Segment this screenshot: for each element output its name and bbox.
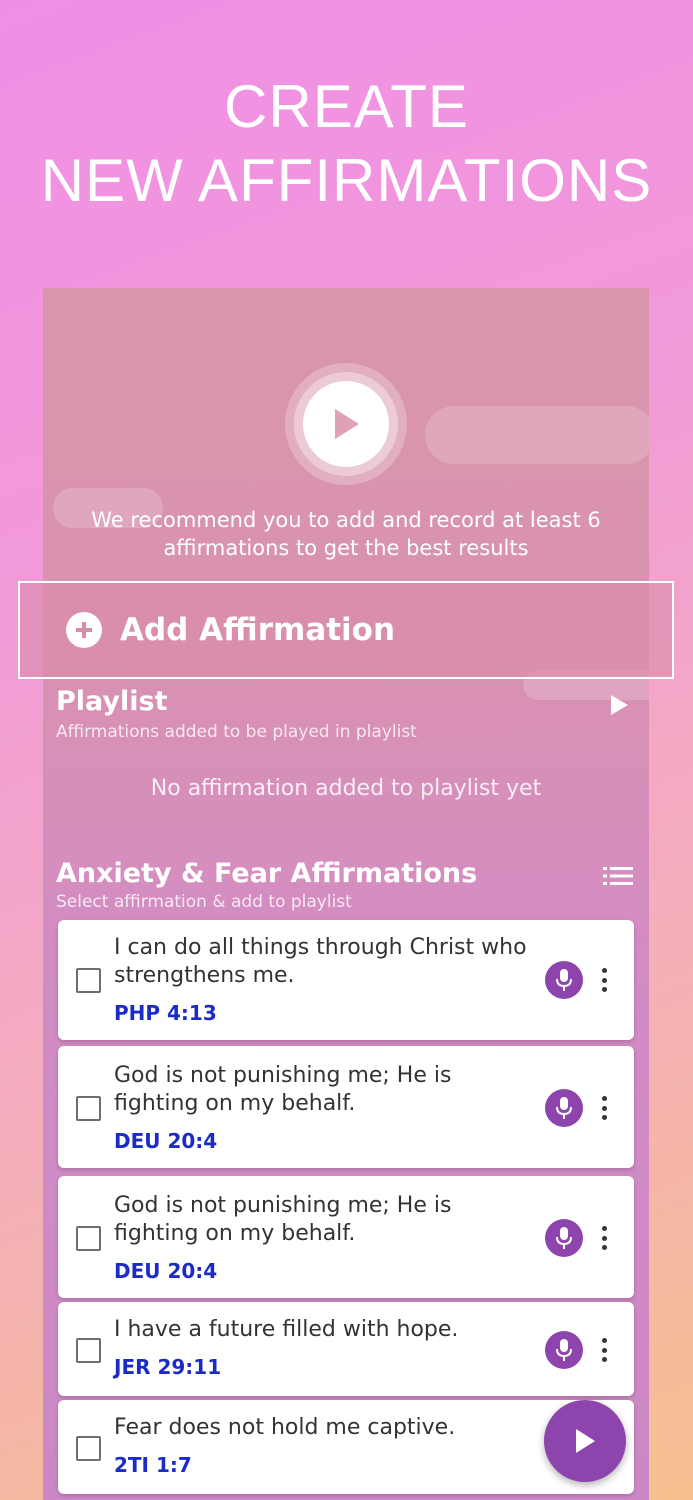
record-button[interactable]	[545, 1331, 583, 1369]
affirmation-card: God is not punishing me; He is fighting …	[58, 1176, 634, 1298]
microphone-icon	[556, 1227, 572, 1249]
microphone-icon	[556, 969, 572, 991]
headline-line-2: NEW AFFIRMATIONS	[40, 147, 653, 214]
more-options-icon[interactable]	[598, 968, 610, 992]
add-affirmation-label: Add Affirmation	[120, 612, 396, 648]
more-options-icon[interactable]	[598, 1226, 610, 1250]
plus-circle-icon	[66, 612, 102, 648]
more-options-icon[interactable]	[598, 1096, 610, 1120]
list-icon[interactable]	[603, 866, 633, 886]
play-icon	[335, 409, 359, 439]
more-options-icon[interactable]	[598, 1338, 610, 1362]
affirmation-checkbox[interactable]	[76, 1338, 101, 1363]
playlist-subtitle: Affirmations added to be played in playl…	[56, 722, 417, 742]
affirmation-text: Fear does not hold me captive.	[114, 1415, 456, 1440]
category-title: Anxiety & Fear Affirmations	[56, 858, 478, 889]
affirmation-text: I can do all things through Christ who s…	[114, 935, 527, 988]
microphone-icon	[556, 1097, 572, 1119]
play-icon	[576, 1429, 595, 1453]
record-button[interactable]	[545, 1089, 583, 1127]
cloud-decoration	[425, 406, 649, 464]
affirmation-card: I can do all things through Christ who s…	[58, 920, 634, 1040]
playlist-title: Playlist	[56, 686, 168, 717]
add-affirmation-button[interactable]: Add Affirmation	[18, 581, 674, 679]
microphone-icon	[556, 1339, 572, 1361]
recommendation-text: We recommend you to add and record at le…	[91, 508, 601, 560]
headline-line-1: CREATE	[224, 73, 469, 140]
category-subtitle: Select affirmation & add to playlist	[56, 892, 352, 912]
page-headline: CREATE NEW AFFIRMATIONS	[0, 70, 693, 218]
record-button[interactable]	[545, 961, 583, 999]
playlist-play-icon[interactable]	[609, 694, 629, 716]
affirmation-checkbox[interactable]	[76, 968, 101, 993]
affirmation-checkbox[interactable]	[76, 1096, 101, 1121]
record-button[interactable]	[545, 1219, 583, 1257]
app-screen: We recommend you to add and record at le…	[43, 288, 649, 1500]
affirmation-checkbox[interactable]	[76, 1436, 101, 1461]
affirmation-reference: 2TI 1:7	[114, 1453, 192, 1477]
affirmation-reference: JER 29:11	[114, 1355, 222, 1379]
floating-play-button[interactable]	[544, 1400, 626, 1482]
affirmation-reference: DEU 20:4	[114, 1259, 218, 1283]
affirmation-checkbox[interactable]	[76, 1226, 101, 1251]
affirmation-reference: PHP 4:13	[114, 1001, 217, 1025]
main-play-button[interactable]	[285, 363, 407, 485]
affirmation-text: God is not punishing me; He is fighting …	[114, 1193, 452, 1246]
affirmation-text: God is not punishing me; He is fighting …	[114, 1063, 452, 1116]
affirmation-card: I have a future filled with hope. JER 29…	[58, 1302, 634, 1396]
affirmation-text: I have a future filled with hope.	[114, 1317, 459, 1342]
playlist-empty-note: No affirmation added to playlist yet	[150, 776, 542, 801]
affirmation-card: God is not punishing me; He is fighting …	[58, 1046, 634, 1168]
affirmation-reference: DEU 20:4	[114, 1129, 218, 1153]
